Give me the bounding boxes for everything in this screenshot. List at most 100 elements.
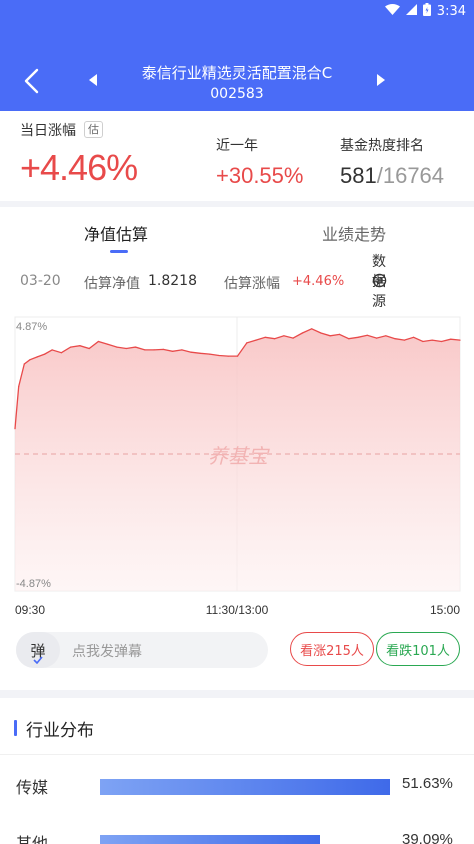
- chart-point: [329, 335, 331, 337]
- estimate-card: 净值估算 业绩走势 03-20 估算净值 1.8218 估算涨幅 +4.46% …: [0, 207, 474, 690]
- danmu-row: 弹 点我发弹幕 看涨215人 看跌101人: [0, 632, 474, 668]
- chart-point: [376, 337, 378, 339]
- chart-point: [97, 340, 99, 343]
- chart-point: [209, 353, 211, 355]
- chart-point: [311, 328, 313, 330]
- chart-point: [264, 336, 266, 338]
- daily-change-value: +4.46%: [20, 147, 138, 188]
- tab-nav-estimate[interactable]: 净值估算: [84, 221, 148, 245]
- chart-point: [79, 345, 81, 347]
- heat-rank-label: 基金热度排名: [340, 138, 424, 154]
- heat-rank-total: 16764: [382, 163, 445, 188]
- chart-point: [60, 352, 63, 354]
- chart-point: [320, 332, 322, 334]
- year-return-value: +30.55%: [216, 163, 304, 188]
- chart-point: [450, 338, 452, 340]
- chart-point: [394, 338, 396, 340]
- tab-performance[interactable]: 业绩走势: [322, 221, 386, 245]
- battery-icon: [422, 2, 431, 20]
- chart-point: [292, 337, 294, 339]
- tab-indicator: [110, 250, 128, 253]
- industry-bar: [100, 835, 320, 844]
- chart-x-tick-end: 15:00: [430, 603, 460, 617]
- status-bar: 3:34: [384, 0, 474, 22]
- triangle-left-icon: [89, 74, 97, 86]
- heat-rank-value: 581: [340, 163, 377, 188]
- estimate-nav-value: 1.8218: [148, 273, 197, 289]
- chart-point: [23, 363, 25, 365]
- chart-point: [255, 339, 257, 341]
- industry-bar-track: [100, 779, 390, 795]
- chart-point: [459, 339, 461, 341]
- chart-point: [116, 346, 118, 348]
- chart-watermark: 养基宝: [208, 444, 270, 468]
- industry-section: 行业分布 传媒 51.63% 其他 39.09%: [0, 698, 474, 844]
- back-arrow-icon: [24, 68, 39, 94]
- danmu-toggle-button[interactable]: 弹: [16, 632, 60, 668]
- chart-point: [14, 428, 16, 430]
- chart-point: [88, 347, 90, 350]
- industry-row: 其他 39.09%: [0, 830, 474, 844]
- data-source-link[interactable]: 数据源: [372, 254, 387, 310]
- fund-summary: 当日涨幅 估 +4.46% 近一年 +30.55% 基金热度排名 581/167…: [0, 111, 474, 201]
- industry-percent: 39.09%: [402, 831, 453, 844]
- chart-point: [338, 333, 341, 335]
- back-button[interactable]: [20, 66, 44, 96]
- chart-point: [403, 339, 405, 341]
- industry-percent: 51.63%: [402, 775, 453, 792]
- vote-up-button[interactable]: 看涨215人: [290, 632, 374, 666]
- industry-bar: [100, 779, 390, 795]
- chart-point: [181, 349, 183, 351]
- next-fund-button[interactable]: [372, 72, 388, 88]
- chart-point: [366, 334, 368, 336]
- chart-point: [385, 335, 387, 337]
- estimate-date: 03-20: [20, 273, 61, 289]
- chart-point: [218, 354, 220, 357]
- year-return-label: 近一年: [216, 138, 258, 154]
- industry-name: 传媒: [16, 778, 49, 797]
- estimate-change-label: 估算涨幅: [224, 276, 280, 292]
- fund-title: 泰信行业精选灵活配置混合C: [141, 64, 333, 82]
- status-time: 3:34: [436, 3, 466, 19]
- chart-point: [357, 336, 359, 338]
- chart-point: [51, 349, 53, 351]
- chart-point: [153, 349, 155, 351]
- chart-y-bottom-label: -4.87%: [16, 578, 51, 590]
- prev-fund-button[interactable]: [86, 72, 102, 88]
- chart-point: [274, 338, 276, 340]
- chart-point: [227, 355, 229, 357]
- chart-y-top-label: 4.87%: [16, 321, 47, 333]
- daily-change-label: 当日涨幅: [20, 123, 76, 139]
- chart-point: [190, 351, 192, 353]
- fund-estimate-page: 3:34 泰信行业精选灵活配置混合C 002583 当日涨幅 估 +4.46% …: [0, 0, 474, 844]
- heat-rank: 581/16764: [340, 163, 444, 189]
- estimate-nav-label: 估算净值: [84, 276, 140, 292]
- chart-point: [440, 340, 443, 343]
- chart-point: [18, 385, 20, 388]
- chart-point: [162, 348, 164, 350]
- chart-point: [301, 332, 303, 334]
- industry-title: 行业分布: [26, 721, 94, 741]
- vote-down-button[interactable]: 看跌101人: [376, 632, 460, 666]
- chart-point: [107, 343, 109, 345]
- chart-point: [125, 347, 127, 350]
- chart-x-tick-mid: 11:30/13:00: [206, 603, 269, 617]
- industry-row: 传媒 51.63%: [0, 774, 474, 798]
- chart-point: [246, 342, 248, 344]
- section-accent: [14, 720, 17, 736]
- chart-point: [413, 336, 415, 338]
- chart-point: [431, 339, 433, 341]
- chart-point: [199, 352, 201, 354]
- estimate-tag: 估: [84, 121, 103, 138]
- signal-icon: [405, 3, 417, 19]
- chart-point: [348, 338, 350, 340]
- chart-point: [144, 349, 146, 351]
- chart-point: [283, 335, 285, 337]
- header: 3:34 泰信行业精选灵活配置混合C 002583: [0, 0, 474, 111]
- estimate-change-value: +4.46%: [292, 274, 345, 289]
- wifi-icon: [384, 3, 400, 19]
- fund-code: 002583: [210, 86, 264, 102]
- chart-point: [44, 353, 46, 355]
- chart-point: [29, 359, 31, 361]
- chart-point: [36, 356, 38, 358]
